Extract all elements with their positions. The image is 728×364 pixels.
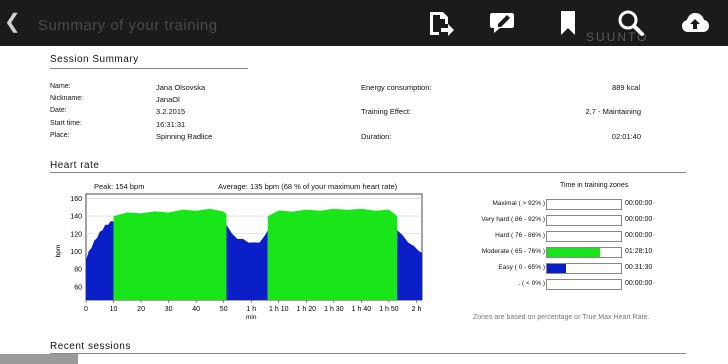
zone-bar <box>546 279 622 290</box>
chevron-left-icon[interactable]: ❮ <box>4 12 21 32</box>
x-tick-label: 2 h <box>412 306 422 313</box>
nickname-value: JanaOl <box>156 95 180 104</box>
zone-time: 00:00:00 <box>625 232 653 239</box>
zone-label: Hard ( 76 - 86% ) <box>495 232 545 239</box>
zones-title: Time in training zones <box>560 182 629 189</box>
zone-row: Hard ( 76 - 86% ) 00:00:00 <box>470 231 690 243</box>
zone-time: 00:00:00 <box>625 216 653 223</box>
x-tick-label: 1 h 30 <box>324 306 344 313</box>
cloud-upload-icon[interactable] <box>680 9 710 37</box>
section-divider <box>50 172 686 173</box>
zone-label: Very hard ( 86 - 92% ) <box>481 216 545 223</box>
x-tick-label: 1 h <box>246 306 256 313</box>
zone-row: Moderate ( 65 - 76% ) 01:28:10 <box>470 247 690 259</box>
duration-value: 02:01:40 <box>611 132 641 141</box>
x-tick-label: 10 <box>110 306 118 313</box>
zone-bar <box>546 247 622 258</box>
heart-rate-title: Heart rate <box>50 160 100 171</box>
zone-label: . ( < 0% ) <box>518 280 545 287</box>
hr-area-segment <box>267 208 398 300</box>
section-divider <box>50 68 248 69</box>
x-tick-label: 40 <box>192 306 200 313</box>
x-tick-label: 0 <box>84 306 88 313</box>
x-axis-label: min <box>246 314 257 321</box>
bookmark-icon[interactable] <box>553 9 583 37</box>
zone-time: 00:00:00 <box>625 200 653 207</box>
annotate-comment-icon[interactable] <box>488 9 518 37</box>
hr-area-segment <box>113 208 227 300</box>
date-label: Date: <box>50 107 67 114</box>
x-tick-label: 50 <box>220 306 228 313</box>
x-tick-label: 1 h 10 <box>269 306 289 313</box>
x-tick-label: 20 <box>137 306 145 313</box>
place-label: Place: <box>50 132 70 139</box>
zone-row: . ( < 0% ) 00:00:00 <box>470 279 690 291</box>
start-time-label: Start time: <box>50 120 82 127</box>
share-doc-icon[interactable] <box>425 9 455 37</box>
zone-fill <box>547 264 567 273</box>
recent-sessions-title: Recent sessions <box>50 341 131 352</box>
zone-row: Maximal ( > 92% ) 00:00:00 <box>470 199 690 211</box>
x-tick-label: 1 h 40 <box>352 306 372 313</box>
zone-bar <box>546 199 622 210</box>
place-value: Spinning Radlice <box>156 132 213 141</box>
nickname-label: Nickname: <box>50 95 84 102</box>
x-tick-label: 1 h 50 <box>379 306 399 313</box>
energy-value: 889 kcal <box>612 83 640 92</box>
training-effect-value: 2,7 - Maintaining <box>585 107 641 116</box>
zone-time: 01:28:10 <box>625 248 653 255</box>
energy-label: Energy consumption: <box>361 83 432 92</box>
zone-fill <box>547 248 601 257</box>
heart-rate-chart: 60 80 100 120 140 160 0 10 20 30 40 50 1 h 1 h 10 1 h … <box>55 193 423 321</box>
duration-label: Duration: <box>361 132 392 141</box>
zone-bar <box>546 263 622 274</box>
zone-time: 00:00:00 <box>625 280 653 287</box>
zone-label: Maximal ( > 92% ) <box>492 200 545 207</box>
toolbar: ❮ Summary of your training SUUNTO <box>0 0 728 46</box>
document-title: Summary of your training <box>38 17 218 34</box>
zone-label: Easy ( 0 - 65% ) <box>498 264 545 271</box>
zone-bar <box>546 231 622 242</box>
section-divider <box>50 353 686 354</box>
zone-row: Easy ( 0 - 65% ) 00:31:30 <box>470 263 690 275</box>
start-time-value: 16:31:31 <box>156 120 186 129</box>
x-tick-label: 1 h 20 <box>297 306 317 313</box>
y-tick-label: 120 <box>70 231 82 238</box>
zones-footnote: Zones are based on percentage or True Ma… <box>473 314 650 321</box>
zone-label: Moderate ( 65 - 76% ) <box>481 248 545 255</box>
name-value: Jana Olsovska <box>156 83 206 92</box>
zone-bar <box>546 215 622 226</box>
zone-row: Very hard ( 86 - 92% ) 00:00:00 <box>470 215 690 227</box>
search-icon[interactable] <box>616 9 646 37</box>
y-tick-label: 160 <box>70 196 82 203</box>
y-tick-label: 140 <box>70 214 82 221</box>
zone-time: 00:31:30 <box>625 264 653 271</box>
x-tick-label: 30 <box>165 306 173 313</box>
training-effect-label: Training Effect: <box>361 107 412 116</box>
y-tick-label: 80 <box>74 267 82 274</box>
y-tick-label: 60 <box>74 284 82 291</box>
page-thumbnail-strip[interactable] <box>0 354 78 364</box>
session-summary-title: Session Summary <box>50 54 139 65</box>
name-label: Name: <box>50 83 71 90</box>
date-value: 3.2.2015 <box>156 107 186 116</box>
y-tick-label: 100 <box>70 249 82 256</box>
y-axis-label: bpm <box>55 245 62 258</box>
